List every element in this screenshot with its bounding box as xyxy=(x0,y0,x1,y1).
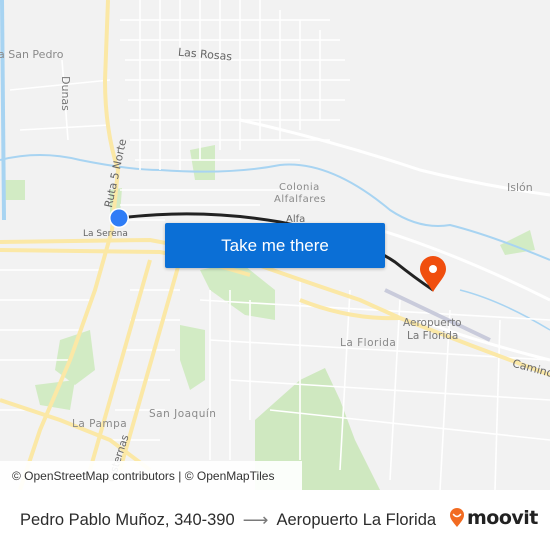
map[interactable]: a San Pedro Las Rosas Dunas Ruta 5 Norte… xyxy=(0,0,550,490)
destination-name: Aeropuerto La Florida xyxy=(276,511,437,529)
map-label-dunas: Dunas xyxy=(59,76,72,111)
map-label-alfalfares: Alfalfares xyxy=(274,194,326,205)
map-label-san-pedro: a San Pedro xyxy=(0,48,64,61)
origin-name: Pedro Pablo Muñoz, 340-390 xyxy=(20,511,235,529)
park-area xyxy=(190,145,215,180)
river xyxy=(459,289,550,331)
river xyxy=(0,0,6,221)
map-label-la-serena: La Serena xyxy=(83,229,128,239)
map-label-la-florida: La Florida xyxy=(340,337,397,349)
map-label-aeropuerto-florida: La Florida xyxy=(407,330,459,342)
take-me-there-button[interactable]: Take me there xyxy=(165,223,385,268)
attribution-text[interactable]: © OpenStreetMap contributors | © OpenMap… xyxy=(12,469,274,483)
park-area xyxy=(180,325,205,390)
park-area xyxy=(5,180,25,200)
map-label-la-pampa: La Pampa xyxy=(72,418,128,430)
footer: Pedro Pablo Muñoz, 340-390 ⟶ Aeropuerto … xyxy=(0,490,550,550)
map-label-san-joaquin: San Joaquín xyxy=(149,408,217,420)
moovit-pin-icon xyxy=(450,508,464,527)
moovit-wordmark: moovit xyxy=(467,507,538,529)
map-label-islon: Islón xyxy=(507,181,533,194)
map-pin-icon xyxy=(420,256,446,292)
route-summary: Pedro Pablo Muñoz, 340-390 ⟶ Aeropuerto … xyxy=(20,510,436,531)
map-attribution[interactable]: © OpenStreetMap contributors | © OpenMap… xyxy=(0,461,302,490)
origin-dot-icon xyxy=(109,208,129,228)
moovit-logo: moovit xyxy=(449,507,538,529)
map-label-aeropuerto: Aeropuerto xyxy=(403,317,462,329)
arrow-right-icon: ⟶ xyxy=(242,510,269,530)
map-label-colonia: Colonia xyxy=(279,182,320,193)
